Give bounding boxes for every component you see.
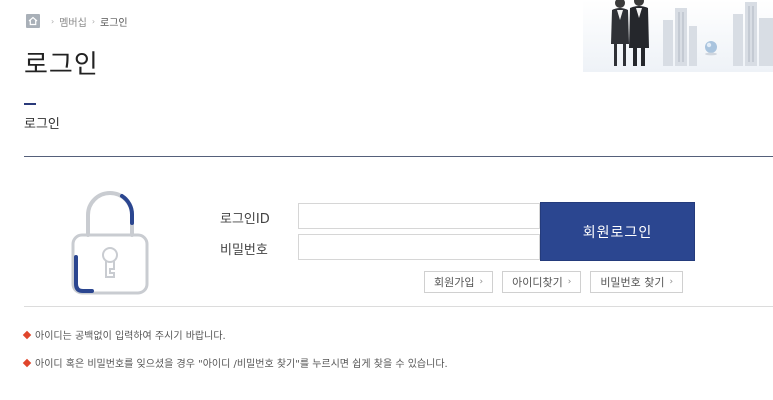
chevron-right-icon: › xyxy=(669,277,674,287)
breadcrumb: › 멤버십 › 로그인 xyxy=(26,13,128,29)
find-password-link[interactable]: 비밀번호 찾기 › xyxy=(590,271,684,293)
find-id-link-label: 아이디찾기 xyxy=(512,276,563,289)
member-login-button[interactable]: 회원로그인 xyxy=(540,202,695,261)
notice-item: 아이디 혹은 비밀번호를 잊으셨을 경우 "아이디 /비밀번호 찾기"를 누르시… xyxy=(22,355,448,370)
breadcrumb-membership[interactable]: 멤버십 xyxy=(59,14,87,29)
chevron-right-icon: › xyxy=(479,277,484,287)
account-links: 회원가입 › 아이디찾기 › 비밀번호 찾기 › xyxy=(424,271,692,293)
diamond-icon xyxy=(22,358,32,367)
diamond-icon xyxy=(22,330,32,339)
header-illustration xyxy=(583,0,773,72)
breadcrumb-separator: › xyxy=(91,16,96,26)
chevron-right-icon: › xyxy=(567,277,572,287)
notice-text: 아이디 혹은 비밀번호를 잊으셨을 경우 "아이디 /비밀번호 찾기"를 누르시… xyxy=(35,359,448,370)
breadcrumb-separator: › xyxy=(51,16,55,26)
divider xyxy=(24,156,773,157)
section-title: 로그인 xyxy=(24,117,60,132)
page-title: 로그인 xyxy=(24,50,99,80)
notice-item: 아이디는 공백없이 입력하여 주시기 바랍니다. xyxy=(22,327,226,342)
signup-link-label: 회원가입 xyxy=(434,276,475,289)
notice-text: 아이디는 공백없이 입력하여 주시기 바랍니다. xyxy=(35,331,226,342)
login-id-label: 로그인ID xyxy=(220,212,270,227)
lock-icon xyxy=(70,185,150,297)
login-id-input[interactable] xyxy=(298,203,540,229)
password-input[interactable] xyxy=(298,234,540,260)
signup-link[interactable]: 회원가입 › xyxy=(424,271,494,293)
divider xyxy=(24,306,773,307)
home-icon[interactable] xyxy=(26,14,40,28)
section-dash xyxy=(24,103,36,105)
password-label: 비밀번호 xyxy=(220,243,268,258)
breadcrumb-login: 로그인 xyxy=(100,17,128,29)
find-password-link-label: 비밀번호 찾기 xyxy=(600,276,665,289)
find-id-link[interactable]: 아이디찾기 › xyxy=(502,271,582,293)
